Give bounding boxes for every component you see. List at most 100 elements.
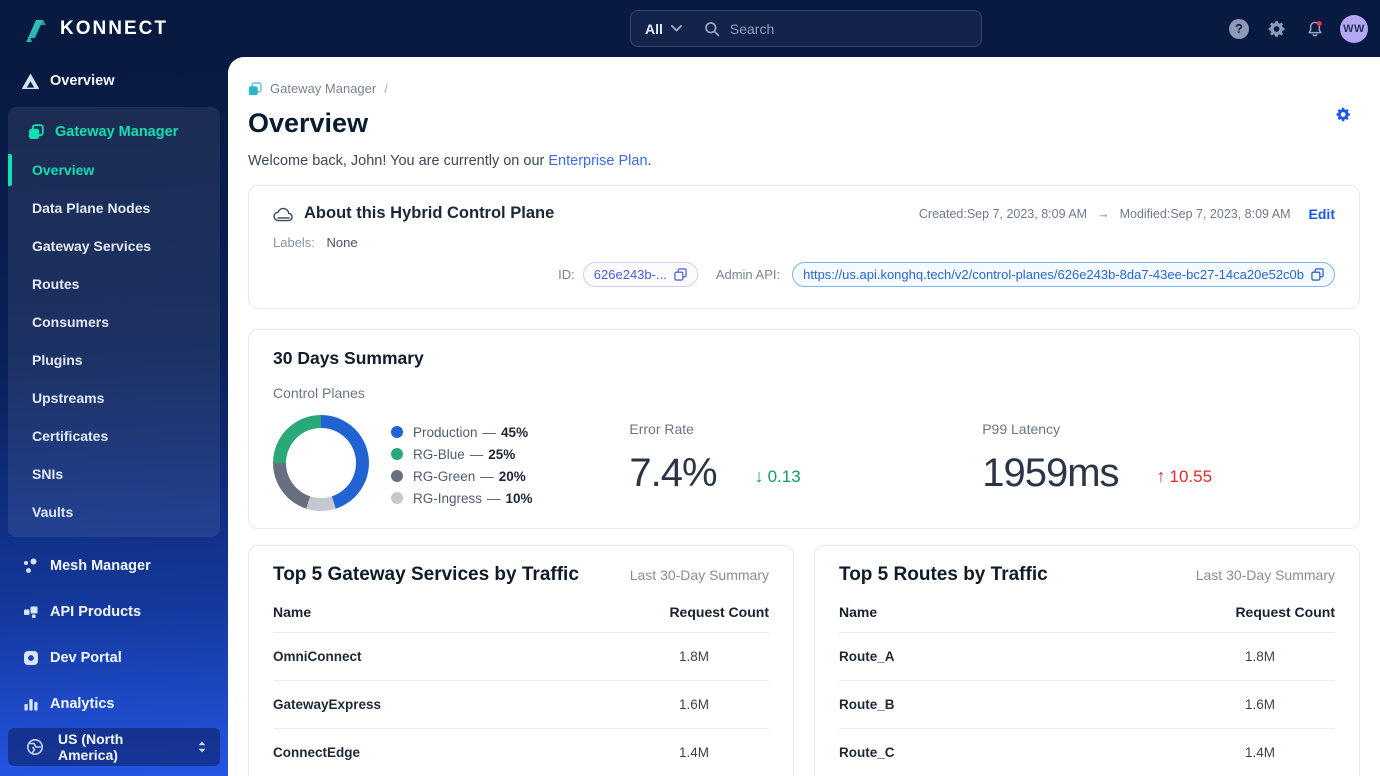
labels-row: Labels: None [273, 235, 1335, 250]
sidebar-item-consumers[interactable]: Consumers [8, 303, 220, 341]
breadcrumb-separator: / [384, 81, 388, 96]
sidebar-item-label: Mesh Manager [50, 558, 151, 574]
search-scope-dropdown[interactable]: All [645, 21, 682, 37]
avatar-initials: WW [1343, 22, 1365, 35]
error-rate-stat: Error Rate 7.4% ↓ 0.13 [629, 421, 982, 496]
p99-latency-delta: ↑ 10.55 [1157, 466, 1213, 487]
sidebar-item-label: Analytics [50, 696, 115, 712]
sidebar-item-label: API Products [50, 604, 142, 620]
sidebar-item-routes[interactable]: Routes [8, 265, 220, 303]
summary-title: 30 Days Summary [273, 348, 424, 368]
legend-separator: — [480, 468, 494, 484]
topbar: KONNECT All ? [0, 0, 1380, 57]
chevron-down-icon [670, 25, 682, 32]
table-title: Top 5 Routes by Traffic [839, 564, 1048, 585]
legend-value: 10% [505, 490, 533, 506]
sidebar-item-gm-overview[interactable]: Overview [8, 151, 220, 189]
table-header-row: Name Request Count [273, 586, 769, 633]
settings-button[interactable] [1264, 16, 1290, 42]
arrow-down-icon: ↓ [754, 466, 764, 486]
cloud-icon [273, 206, 294, 222]
control-plane-id-pill[interactable]: 626e243b-... [582, 262, 698, 287]
sidebar-item-snis[interactable]: SNIs [8, 455, 220, 493]
notifications-button[interactable] [1302, 16, 1328, 42]
legend-value: 20% [498, 468, 526, 484]
search-scope-value: All [645, 20, 663, 37]
sort-arrows-icon [196, 740, 208, 754]
sidebar-item-mesh-manager[interactable]: Mesh Manager [0, 543, 228, 589]
table-row[interactable]: GatewayExpress 1.6M [273, 681, 769, 729]
sidebar-item-overview-root[interactable]: Overview [0, 61, 228, 101]
brand[interactable]: KONNECT [0, 15, 168, 43]
sidebar-item-dev-portal[interactable]: Dev Portal [0, 635, 228, 681]
sidebar-item-gateway-services[interactable]: Gateway Services [8, 227, 220, 265]
table-subtitle: Last 30-Day Summary [1195, 567, 1335, 583]
table-row[interactable]: ConnectEdge 1.4M [273, 729, 769, 776]
copy-icon[interactable] [1311, 268, 1324, 281]
legend-dot [391, 426, 403, 438]
table-row[interactable]: Route_A 1.8M [839, 633, 1335, 681]
request-count: 1.4M [678, 745, 709, 760]
edit-button[interactable]: Edit [1309, 206, 1335, 222]
sidebar-item-analytics[interactable]: Analytics [0, 681, 228, 727]
sidebar-item-vaults[interactable]: Vaults [8, 493, 220, 531]
legend-dot [391, 448, 403, 460]
about-card-title: About this Hybrid Control Plane [304, 204, 555, 222]
service-name: GatewayExpress [273, 697, 382, 712]
tables-grid: Top 5 Gateway Services by Traffic Last 3… [248, 545, 1360, 776]
table-title: Top 5 Gateway Services by Traffic [273, 564, 579, 585]
mesh-manager-icon [22, 558, 39, 574]
sidebar-item-upstreams[interactable]: Upstreams [8, 379, 220, 417]
copy-icon[interactable] [674, 268, 687, 281]
search-input[interactable] [729, 20, 967, 37]
legend-separator: — [487, 490, 501, 506]
error-rate-value: 7.4% [629, 451, 717, 495]
p99-latency-stat: P99 Latency 1959ms ↑ 10.55 [982, 421, 1335, 496]
donut-legend: Production — 45% RG-Blue — 25% RG-Green … [391, 415, 629, 509]
p99-latency-delta-value: 10.55 [1169, 466, 1213, 486]
column-name: Name [839, 604, 878, 620]
region-selector[interactable]: US (North America) [8, 728, 220, 766]
page-settings-button[interactable] [1335, 106, 1352, 123]
breadcrumb: Gateway Manager / [248, 81, 1360, 96]
admin-api-url-pill[interactable]: https://us.api.konghq.tech/v2/control-pl… [792, 262, 1335, 287]
enterprise-plan-link[interactable]: Enterprise Plan [548, 153, 647, 169]
table-row[interactable]: Route_C 1.4M [839, 729, 1335, 776]
legend-label: RG-Blue [413, 446, 465, 462]
summary-card: 30 Days Summary Control Planes Productio… [248, 329, 1360, 529]
about-control-plane-card: About this Hybrid Control Plane Created:… [248, 185, 1360, 309]
topbar-actions: ? WW [1226, 0, 1368, 57]
legend-value: 25% [488, 446, 516, 462]
donut-chart [273, 415, 369, 511]
sidebar-item-data-plane-nodes[interactable]: Data Plane Nodes [8, 189, 220, 227]
brand-name: KONNECT [60, 17, 168, 39]
top-routes-card: Top 5 Routes by Traffic Last 30-Day Summ… [814, 545, 1360, 776]
analytics-icon [22, 696, 39, 712]
sidebar-item-certificates[interactable]: Certificates [8, 417, 220, 455]
sidebar-item-plugins[interactable]: Plugins [8, 341, 220, 379]
legend-value: 45% [501, 424, 529, 440]
sidebar-item-gateway-manager[interactable]: Gateway Manager [8, 107, 220, 151]
modified-value: Sep 7, 2023, 8:09 AM [1170, 206, 1291, 221]
breadcrumb-gateway-manager[interactable]: Gateway Manager [270, 81, 376, 96]
page-title: Overview [248, 108, 369, 138]
admin-api-label: Admin API: [715, 267, 781, 282]
table-row[interactable]: Route_B 1.6M [839, 681, 1335, 729]
created-timestamp: Created:Sep 7, 2023, 8:09 AM [919, 207, 1087, 221]
id-label: ID: [558, 267, 575, 282]
global-search[interactable]: All [630, 10, 982, 47]
gear-icon [1335, 106, 1352, 123]
arrow-right-icon: → [1097, 206, 1110, 221]
sidebar-item-api-products[interactable]: API Products [0, 589, 228, 635]
table-row[interactable]: OmniConnect 1.8M [273, 633, 769, 681]
globe-icon [26, 738, 44, 756]
legend-item: RG-Ingress — 10% [391, 487, 629, 509]
api-products-icon [22, 604, 39, 620]
help-button[interactable]: ? [1226, 16, 1252, 42]
user-avatar[interactable]: WW [1340, 14, 1368, 43]
legend-item: RG-Blue — 25% [391, 443, 629, 465]
route-name: Route_A [839, 649, 895, 664]
arrow-up-icon: ↑ [1156, 466, 1166, 486]
request-count: 1.6M [1244, 697, 1275, 712]
legend-label: Production [413, 424, 478, 440]
